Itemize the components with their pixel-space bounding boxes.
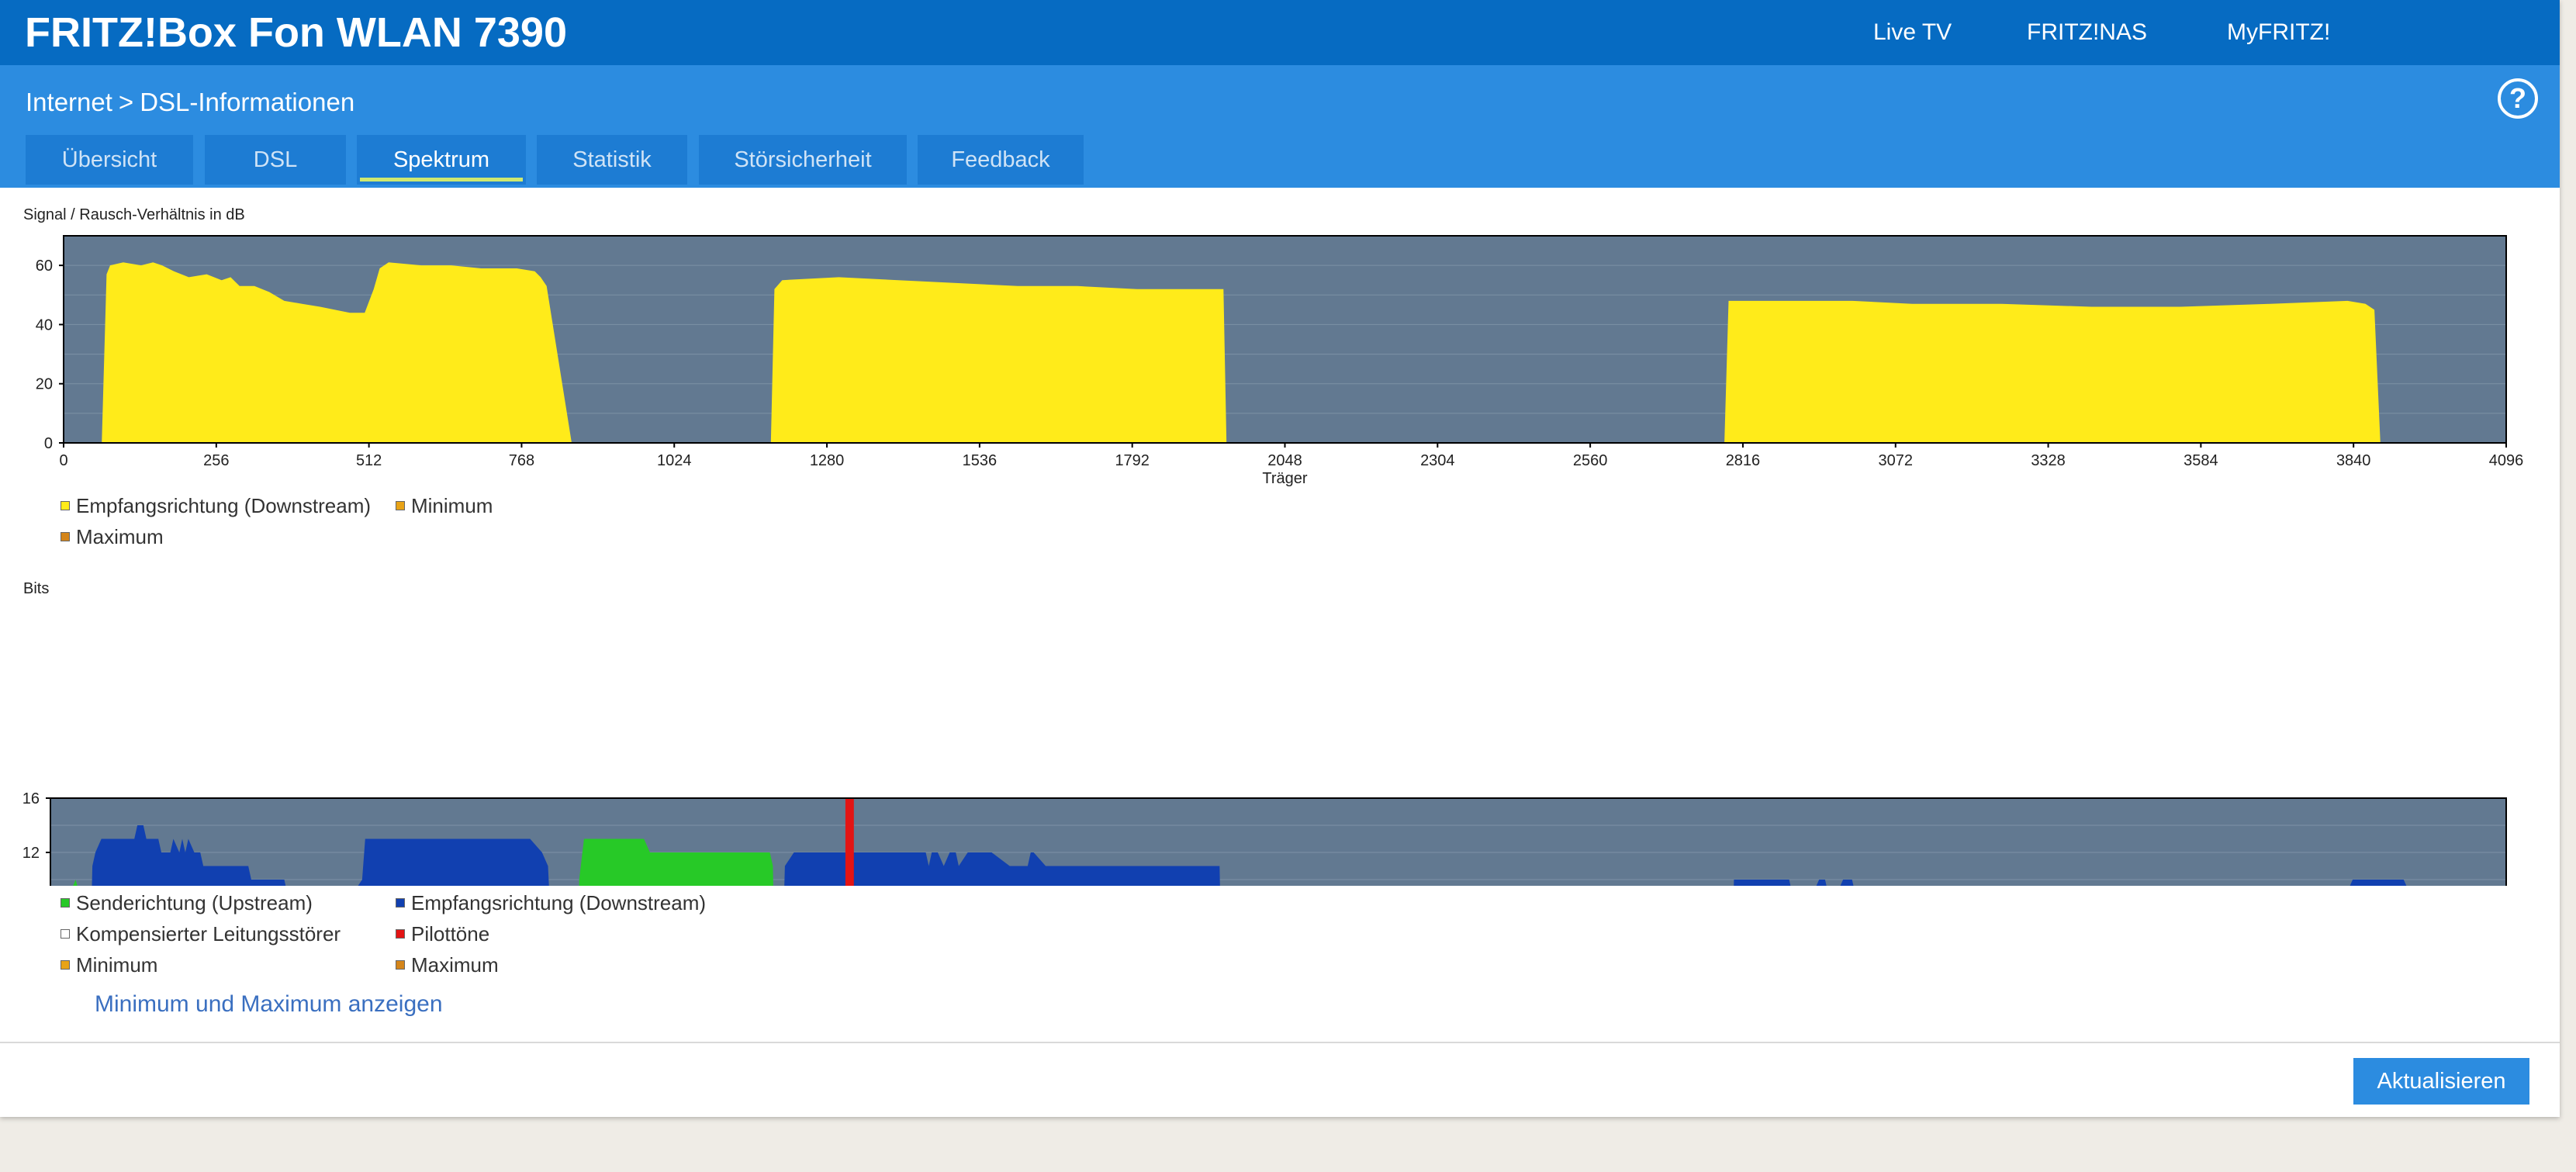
snr-legend-minimum: Minimum <box>396 494 493 518</box>
breadcrumb-internet[interactable]: Internet <box>26 88 112 116</box>
tab-stoersicherheit[interactable]: Störsicherheit <box>699 135 907 185</box>
legend-swatch <box>61 501 70 511</box>
bits-legend-pilot: Pilottöne <box>396 922 489 946</box>
tab-label: DSL <box>253 147 298 172</box>
legend-swatch <box>396 501 405 511</box>
legend-label: Maximum <box>76 525 164 548</box>
legend-label: Maximum <box>411 953 499 977</box>
series-area-4 <box>845 798 854 886</box>
app-frame: FRITZ!Box Fon WLAN 7390 Live TV FRITZ!NA… <box>0 0 2560 1117</box>
x-tick-label: 1280 <box>810 452 845 469</box>
legend-swatch <box>396 898 405 908</box>
legend-swatch <box>61 960 70 970</box>
breadcrumb-current-page: DSL-Informationen <box>140 88 355 116</box>
legend-label: Empfangsrichtung (Downstream) <box>411 891 707 914</box>
bits-chart: 0481216025651276810241280153617922048230… <box>22 790 2507 886</box>
x-tick-label: 3328 <box>2031 452 2066 469</box>
x-tick-label: 2560 <box>1573 452 1608 469</box>
snr-legend-downstream: Empfangsrichtung (Downstream) <box>61 494 371 518</box>
bits-legend-upstream: Senderichtung (Upstream) <box>61 891 313 915</box>
x-tick-label: 512 <box>356 452 382 469</box>
brand-title: FRITZ!Box Fon WLAN 7390 <box>25 9 567 56</box>
legend-swatch <box>61 898 70 908</box>
help-icon[interactable]: ? <box>2498 78 2538 119</box>
tab-label: Störsicherheit <box>734 147 872 172</box>
x-tick-label: 0 <box>59 452 67 469</box>
bits-legend-downstream: Empfangsrichtung (Downstream) <box>396 891 706 915</box>
sub-bar: Internet > DSL-Informationen ? Übersicht D… <box>0 65 2560 188</box>
x-tick-label: 1536 <box>963 452 998 469</box>
tab-label: Feedback <box>951 147 1050 172</box>
tab-feedback[interactable]: Feedback <box>918 135 1084 185</box>
tab-statistik[interactable]: Statistik <box>537 135 687 185</box>
x-axis-label: Träger <box>1262 470 1308 487</box>
fritz-nas-link[interactable]: FRITZ!NAS <box>2027 17 2147 48</box>
legend-label: Pilottöne <box>411 922 490 946</box>
legend-label: Empfangsrichtung (Downstream) <box>76 494 372 517</box>
tab-label: Statistik <box>572 147 652 172</box>
spectrum-content: Signal / Rausch-Verhältnis in dB 0 20 40 60… <box>0 188 2560 1041</box>
legend-label: Minimum <box>411 494 493 517</box>
legend-swatch <box>61 532 70 542</box>
x-tick-label: 2304 <box>1420 452 1455 469</box>
bits-legend-minimum: Minimum <box>61 953 157 977</box>
legend-swatch <box>396 929 405 939</box>
tab-spektrum[interactable]: Spektrum <box>357 135 526 185</box>
breadcrumb-separator: > <box>118 88 134 116</box>
x-tick-label: 1792 <box>1115 452 1150 469</box>
legend-swatch <box>61 929 70 939</box>
tab-label: Übersicht <box>61 147 157 172</box>
legend-label: Kompensierter Leitungsstörer <box>76 922 341 946</box>
x-tick-label: 4096 <box>2489 452 2524 469</box>
y-tick-label: 60 <box>36 258 53 275</box>
x-tick-label: 2816 <box>1726 452 1761 469</box>
y-tick-label: 20 <box>36 376 53 393</box>
x-tick-label: 3584 <box>2184 452 2218 469</box>
tab-uebersicht[interactable]: Übersicht <box>26 135 193 185</box>
legend-label: Senderichtung (Upstream) <box>76 891 313 914</box>
x-tick-label: 3072 <box>1879 452 1914 469</box>
x-tick-label: 3840 <box>2336 452 2371 469</box>
live-tv-link[interactable]: Live TV <box>1873 17 1952 48</box>
snr-chart: 0 20 40 60 0 256 512 768 1024 1280 1536 1792 2048 230… <box>36 235 2524 487</box>
x-tick-label: 2048 <box>1267 452 1302 469</box>
tab-label: Spektrum <box>392 147 490 172</box>
snr-legend-maximum: Maximum <box>61 525 164 549</box>
y-tick-label: 40 <box>36 316 53 334</box>
breadcrumb: Internet > DSL-Informationen <box>26 85 354 119</box>
x-tick-label: 768 <box>509 452 534 469</box>
x-tick-label: 1024 <box>657 452 692 469</box>
legend-swatch <box>396 960 405 970</box>
legend-label: Minimum <box>76 953 158 977</box>
tab-dsl[interactable]: DSL <box>205 135 346 185</box>
footer-divider <box>0 1042 2560 1043</box>
active-tab-indicator <box>360 178 523 182</box>
bits-legend-compensated: Kompensierter Leitungsstörer <box>61 922 341 946</box>
y-tick-label: 12 <box>22 845 40 862</box>
top-bar: FRITZ!Box Fon WLAN 7390 Live TV FRITZ!NA… <box>0 0 2560 65</box>
y-tick-label: 0 <box>44 435 53 452</box>
y-tick-label: 16 <box>22 790 40 807</box>
x-tick-label: 256 <box>203 452 229 469</box>
bits-legend-maximum: Maximum <box>396 953 499 977</box>
show-min-max-link[interactable]: Minimum und Maximum anzeigen <box>95 991 443 1018</box>
refresh-button[interactable]: Aktualisieren <box>2353 1058 2529 1105</box>
myfritz-link[interactable]: MyFRITZ! <box>2227 17 2330 48</box>
